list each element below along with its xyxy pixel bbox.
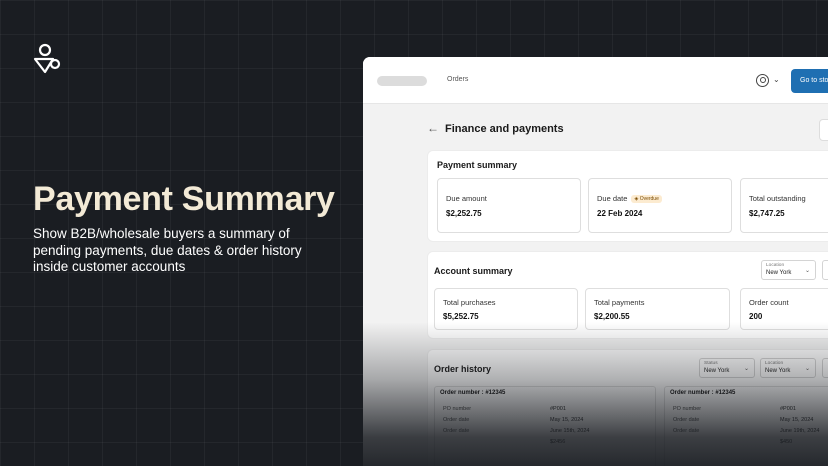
stat-label: Order count <box>749 298 789 307</box>
total-outstanding-stat: Total outstanding $2,747.25 <box>740 178 828 233</box>
overdue-badge: ◈ Overdue <box>631 195 662 203</box>
store-logo-placeholder <box>377 76 427 86</box>
stat-label: Total payments <box>594 298 645 307</box>
back-arrow-icon[interactable]: ← <box>427 121 439 135</box>
account-summary-title: Account summary <box>434 266 513 276</box>
go-to-store-button[interactable]: Go to store <box>791 69 828 93</box>
order-number: Order number : #12345 <box>670 390 736 396</box>
total-purchases-stat: Total purchases $5,252.75 <box>434 288 578 330</box>
select-value: New York <box>704 368 730 374</box>
order-field-value: $2456 <box>550 439 566 445</box>
stat-value: $5,252.75 <box>443 312 479 321</box>
chevron-down-icon: ⌄ <box>804 268 810 274</box>
user-account-icon[interactable] <box>756 74 769 87</box>
stat-value: 200 <box>749 312 763 321</box>
stat-value: 22 Feb 2024 <box>597 209 643 218</box>
stat-value: $2,252.75 <box>446 209 482 218</box>
order-field-label: Order date <box>673 428 700 434</box>
chevron-down-icon: ⌄ <box>743 366 749 372</box>
order-field-label: Order date <box>443 428 470 434</box>
top-bar: Orders ⌄ Go to store <box>363 57 828 104</box>
secondary-select[interactable] <box>822 260 828 280</box>
stat-label: Due amount <box>446 194 487 203</box>
nav-orders-link[interactable]: Orders <box>447 76 468 83</box>
order-field-value: $450 <box>780 439 793 445</box>
chevron-down-icon: ⌄ <box>804 366 810 372</box>
payment-summary-title: Payment summary <box>437 160 518 170</box>
order-field-value: June 19th, 2024 <box>780 428 820 434</box>
stat-value: $2,747.25 <box>749 209 785 218</box>
order-card[interactable]: Order number : #12345 PO number #P001 Or… <box>664 386 828 466</box>
account-summary-card: Account summary Location New York ⌄ Tota… <box>427 251 828 339</box>
hero-subtitle: Show B2B/wholesale buyers a summary of p… <box>33 226 302 274</box>
order-field-label: Order date <box>673 417 700 423</box>
stat-label: Total purchases <box>443 298 496 307</box>
select-label: Location <box>765 361 784 366</box>
app-logo-icon <box>33 43 61 74</box>
app-screen: Orders ⌄ Go to store ← Finance and payme… <box>363 57 828 466</box>
order-field-value: May 15, 2024 <box>780 417 814 423</box>
page-title: Finance and payments <box>445 123 564 135</box>
select-value: New York <box>765 368 791 374</box>
order-history-title: Order history <box>434 364 492 374</box>
order-number: Order number : #12345 <box>440 390 506 396</box>
order-card[interactable]: Order number : #12345 PO number #P001 Or… <box>434 386 656 466</box>
stat-value: $2,200.55 <box>594 312 630 321</box>
overdue-badge-label: Overdue <box>639 196 659 202</box>
select-label: Status <box>704 361 718 366</box>
order-count-stat: Order count 200 <box>740 288 828 330</box>
due-amount-stat: Due amount $2,252.75 <box>437 178 581 233</box>
total-payments-stat: Total payments $2,200.55 <box>585 288 730 330</box>
chevron-down-icon[interactable]: ⌄ <box>773 75 780 84</box>
order-field-value: #P001 <box>780 406 796 412</box>
order-field-value: May 15, 2024 <box>550 417 584 423</box>
order-field-label: PO number <box>673 406 702 412</box>
location-select[interactable]: Location New York ⌄ <box>761 260 816 280</box>
select-value: New York <box>766 270 792 276</box>
payment-summary-card: Payment summary Due amount $2,252.75 Due… <box>427 150 828 242</box>
header-action-button[interactable] <box>819 119 828 141</box>
order-history-card: Order history Status New York ⌄ Location… <box>427 349 828 466</box>
secondary-select[interactable] <box>822 358 828 378</box>
order-field-label: PO number <box>443 406 472 412</box>
status-select[interactable]: Status New York ⌄ <box>699 358 755 378</box>
order-field-value: June 15th, 2024 <box>550 428 590 434</box>
stat-label: Total outstanding <box>749 194 806 203</box>
due-date-label: Due date <box>597 194 628 203</box>
select-label: Location <box>766 263 785 268</box>
due-date-stat: Due date ◈ Overdue 22 Feb 2024 <box>588 178 732 233</box>
stat-label: Due date ◈ Overdue <box>597 194 662 203</box>
location-select[interactable]: Location New York ⌄ <box>760 358 816 378</box>
order-field-label: Order date <box>443 417 470 423</box>
order-field-value: #P001 <box>550 406 566 412</box>
hero-title: Payment Summary <box>33 180 335 218</box>
